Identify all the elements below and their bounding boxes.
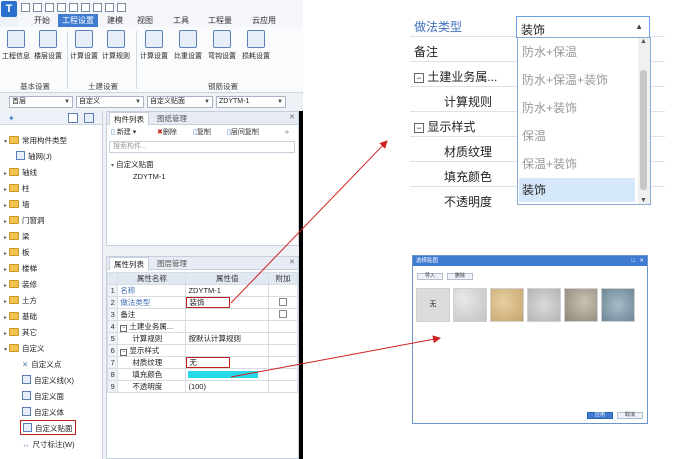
arrow-to-dropdown [230, 140, 388, 304]
arrow-to-dialog [230, 335, 441, 378]
annotation-arrows [230, 140, 441, 378]
